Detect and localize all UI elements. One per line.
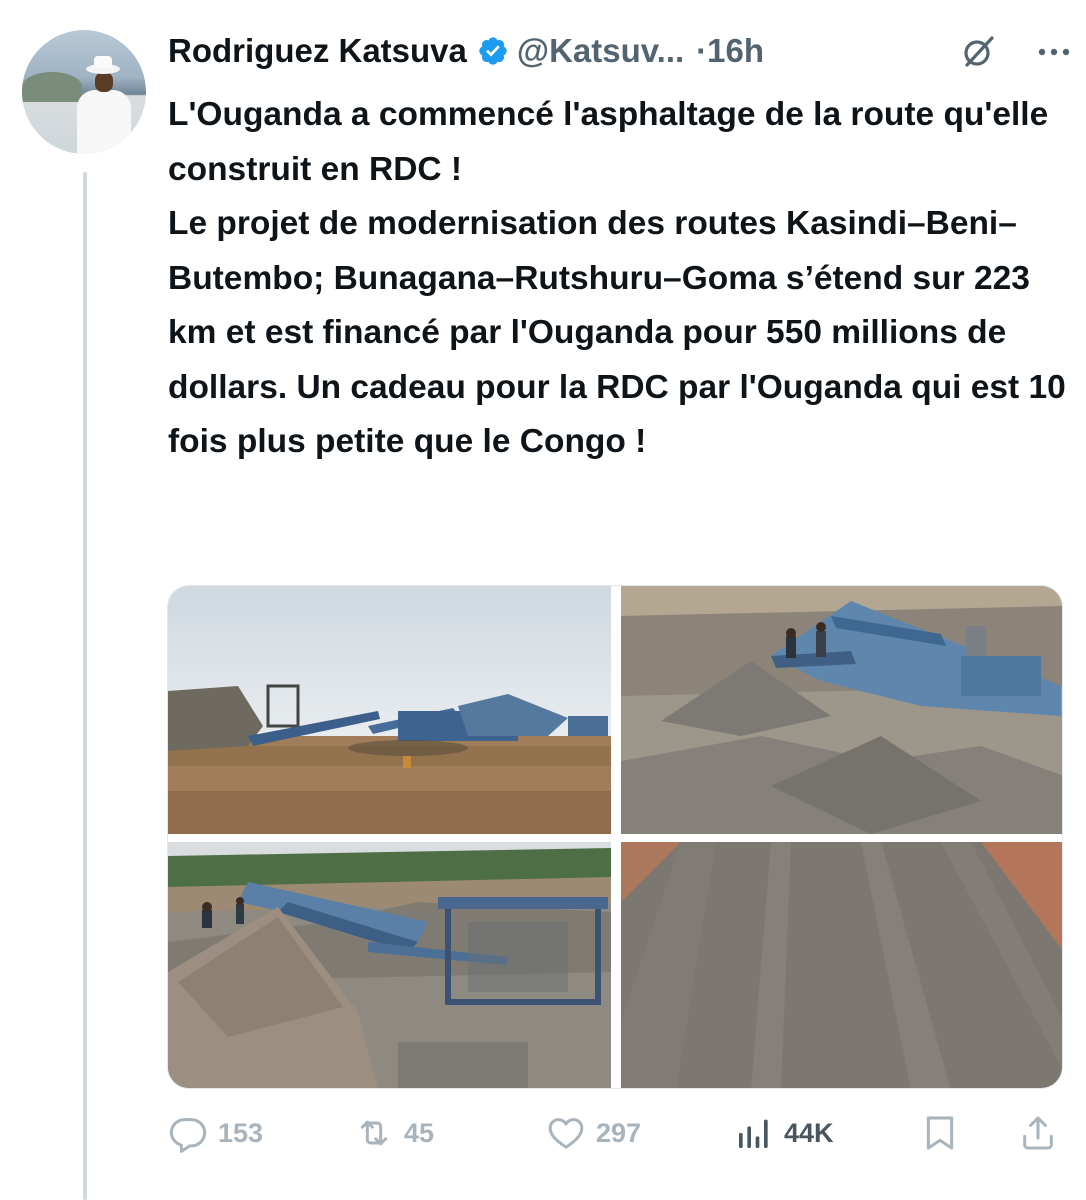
media-photo-4[interactable] xyxy=(621,842,1062,1088)
thread-line xyxy=(83,172,87,1200)
media-photo-2[interactable] xyxy=(621,586,1062,834)
avatar-face xyxy=(95,72,113,92)
bookmark-button[interactable] xyxy=(920,1108,970,1158)
view-count: 44K xyxy=(784,1117,834,1148)
like-count: 297 xyxy=(596,1117,642,1148)
heart-icon xyxy=(548,1118,584,1149)
tweet-header: Rodriguez Katsuva @Katsuv... · 16h xyxy=(168,28,764,74)
share-button[interactable] xyxy=(1018,1108,1068,1158)
like-button[interactable]: 297 xyxy=(546,1108,641,1158)
more-icon[interactable] xyxy=(1036,40,1072,64)
tweet-text-line-1: L'Ouganda a commencé l'asphaltage de la … xyxy=(168,96,1049,188)
reply-count: 153 xyxy=(218,1117,264,1148)
header-separator: · xyxy=(696,32,708,69)
retweet-button[interactable]: 45 xyxy=(354,1108,434,1158)
tweet-action-bar: 153 45 297 44K xyxy=(168,1108,1068,1158)
retweet-count: 45 xyxy=(404,1117,435,1148)
share-icon xyxy=(1023,1116,1053,1150)
grok-icon[interactable] xyxy=(958,32,998,72)
avatar-shirt xyxy=(77,90,131,154)
views-chart-icon xyxy=(739,1119,768,1148)
tweet-text: L'Ouganda a commencé l'asphaltage de la … xyxy=(168,88,1068,470)
avatar-hat-top xyxy=(94,56,112,68)
retweet-icon xyxy=(360,1120,388,1146)
media-photo-3[interactable] xyxy=(168,842,611,1088)
media-photo-1[interactable] xyxy=(168,586,611,834)
author-avatar[interactable] xyxy=(22,30,146,154)
author-name[interactable]: Rodriguez Katsuva xyxy=(168,32,467,70)
verified-badge-icon xyxy=(479,37,507,65)
bookmark-icon xyxy=(926,1116,954,1150)
reply-button[interactable]: 153 xyxy=(168,1108,263,1158)
reply-icon xyxy=(169,1118,207,1153)
media-grid xyxy=(167,585,1063,1089)
avatar-background-hill xyxy=(22,72,82,102)
tweet-text-line-2: Le projet de modernisation des routes Ka… xyxy=(168,205,1066,460)
tweet-timestamp[interactable]: 16h xyxy=(707,32,764,70)
views-button[interactable]: 44K xyxy=(734,1108,834,1158)
author-handle[interactable]: @Katsuv... xyxy=(517,32,684,70)
